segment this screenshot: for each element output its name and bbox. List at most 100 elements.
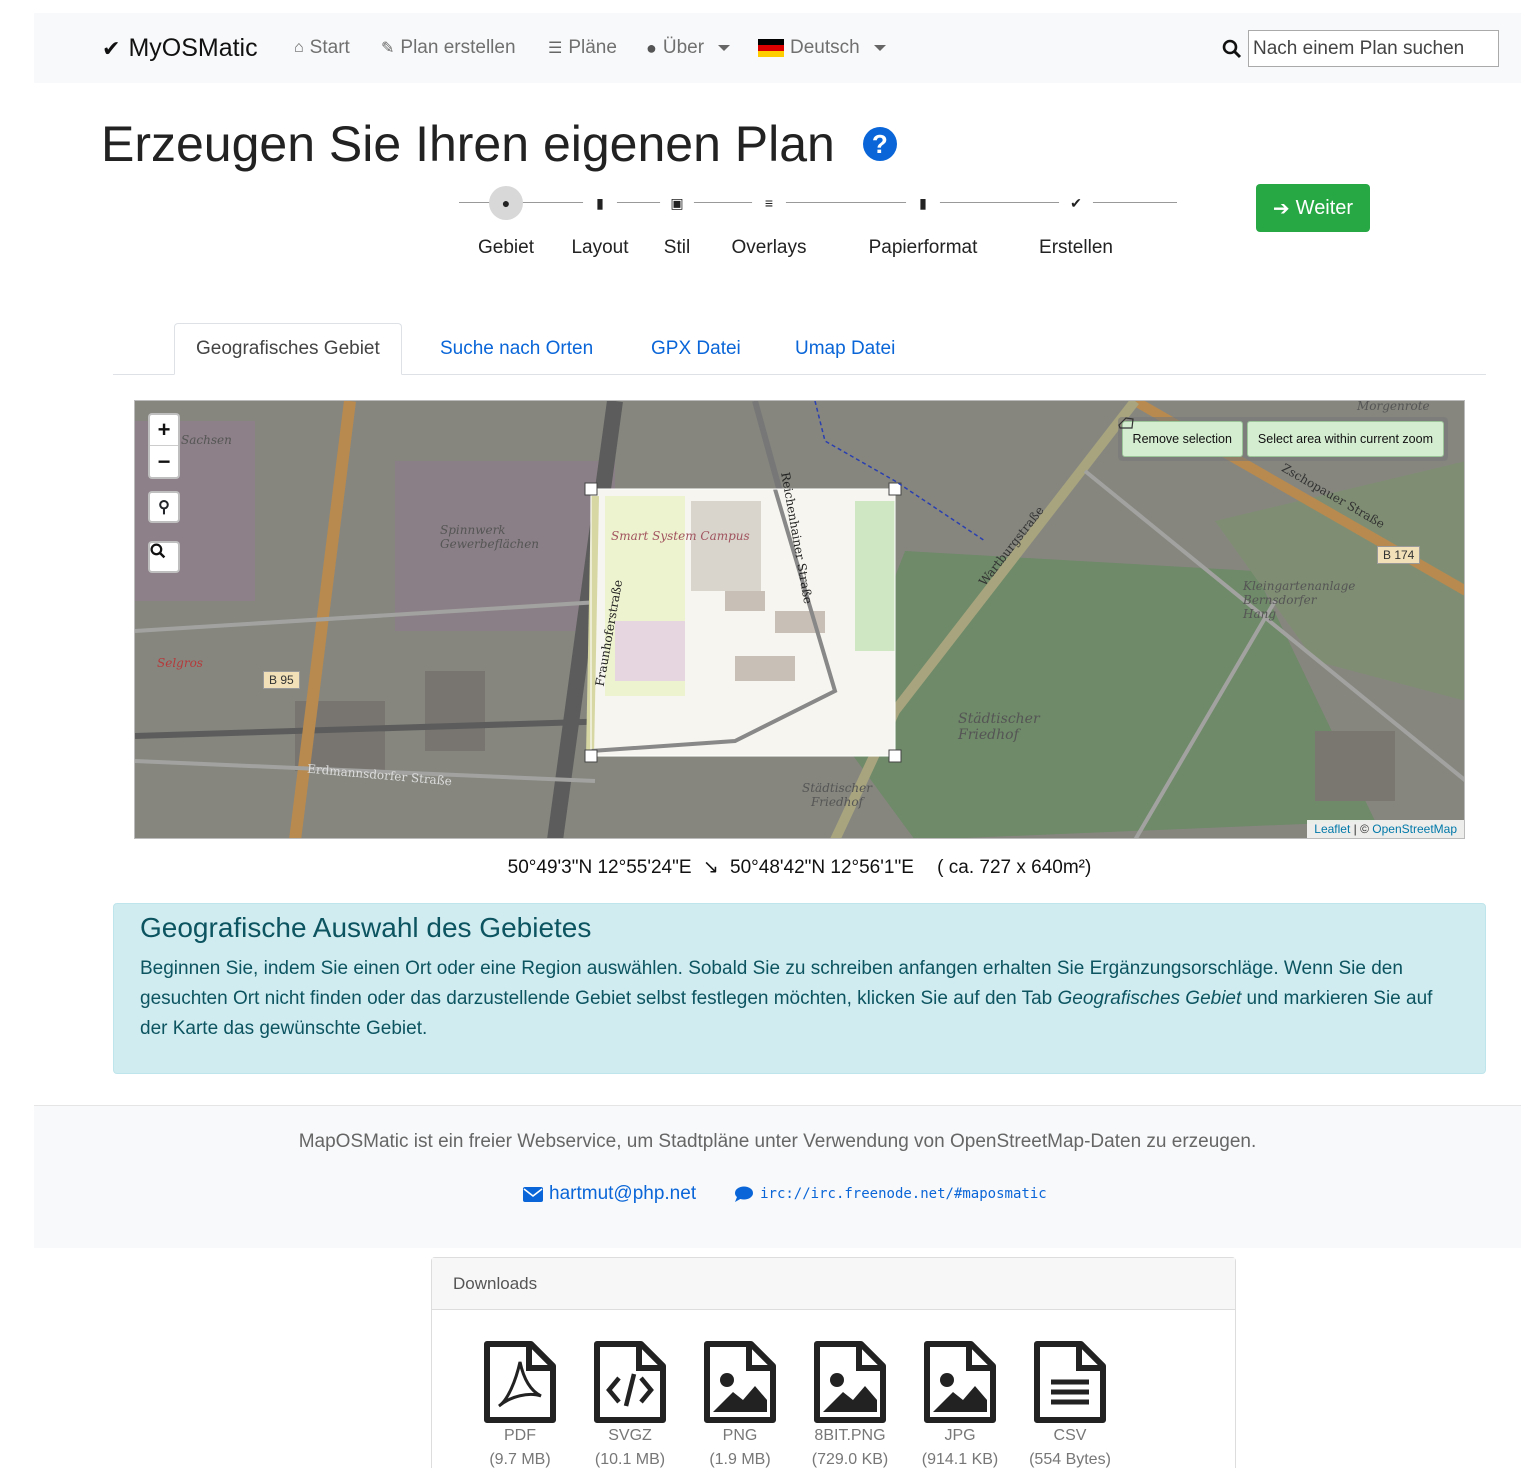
info-heading: Geografische Auswahl des Gebietes (140, 912, 592, 943)
next-button[interactable]: ➔ Weiter (1256, 184, 1370, 232)
footer-description: MapOSMatic ist ein freier Webservice, um… (298, 1131, 1257, 1152)
bars-icon: ≡ (752, 186, 786, 220)
map-label-friedhof: Städtischer Friedhof (958, 711, 1040, 743)
download-png[interactable]: PNG (1.9 MB) (685, 1340, 795, 1468)
tab-umap-datei[interactable]: Umap Datei (774, 323, 916, 375)
download-size: (1.9 MB) (709, 1451, 771, 1468)
select-area-button[interactable]: Select area within current zoom (1246, 421, 1444, 457)
download-size: (914.1 KB) (921, 1451, 999, 1468)
select-area-label: Select area within current zoom (1257, 432, 1433, 446)
remove-selection-label: Remove selection (1132, 432, 1232, 446)
zoom-out-button[interactable]: − (150, 446, 178, 477)
map-search-button[interactable] (148, 541, 180, 573)
info-text-emphasis: Geografisches Gebiet (1057, 988, 1242, 1009)
nav-plaene-label: Pläne (568, 37, 617, 58)
brand-link[interactable]: ✔ MyOSMatic (102, 34, 258, 63)
zoom-in-button[interactable]: + (150, 415, 178, 446)
download-svgz[interactable]: SVGZ (10.1 MB) (575, 1340, 685, 1468)
map-label-campus: Smart System Campus (611, 529, 750, 543)
irc-link[interactable]: irc://irc.freenode.net/#maposmatic (734, 1186, 1047, 1202)
email-label: hartmut@php.net (549, 1183, 697, 1204)
tab-gpx-datei[interactable]: GPX Datei (630, 323, 762, 375)
map[interactable]: Smart System Campus Spinnwerk Gewerbeflä… (134, 400, 1465, 839)
page-title-text: Erzeugen Sie Ihren eigenen Plan (101, 116, 835, 172)
selection-coordinates: 50°49'3"N 12°55'24"E ↘ 50°48'42"N 12°56'… (0, 856, 1521, 879)
footer: MapOSMatic ist ein freier Webservice, um… (34, 1105, 1521, 1248)
openstreetmap-link[interactable]: OpenStreetMap (1372, 822, 1457, 836)
step-overlays[interactable]: ≡ Overlays (709, 186, 829, 259)
map-label-selgros: Selgros (157, 656, 203, 670)
irc-label: irc://irc.freenode.net/#maposmatic (760, 1186, 1047, 1202)
download-pdf[interactable]: PDF (9.7 MB) (465, 1340, 575, 1468)
navbar: ✔ MyOSMatic ⌂ Start ✎ Plan erstellen ☰ P… (34, 13, 1521, 83)
image-icon: ▣ (660, 186, 694, 220)
search-icon (150, 543, 166, 559)
map-label-kleingarten: Kleingartenanlage Bernsdorfer Hang (1243, 579, 1356, 621)
step-label: Erstellen (1039, 237, 1113, 258)
tab-suche-nach-orten[interactable]: Suche nach Orten (419, 323, 614, 375)
arrow-down-right-icon: ↘ (702, 857, 719, 878)
image-file-icon (924, 1341, 996, 1423)
download-jpg[interactable]: JPG (914.1 KB) (905, 1340, 1015, 1468)
step-label: Overlays (731, 237, 807, 258)
downloads-heading: Downloads (432, 1258, 1235, 1310)
download-size: (729.0 KB) (811, 1451, 889, 1468)
nav-plan-erstellen[interactable]: ✎ Plan erstellen (381, 37, 516, 59)
step-erstellen[interactable]: ✔ Erstellen (1016, 186, 1136, 259)
downloads-list: PDF (9.7 MB) SVGZ (10.1 MB) PNG (1.9 MB) (465, 1340, 1125, 1468)
comment-icon (735, 1186, 754, 1202)
text-file-icon (1034, 1341, 1106, 1423)
map-marker-icon[interactable]: ⚲ (148, 491, 180, 523)
map-label-sachsen: Sachsen (181, 433, 232, 447)
nav-plaene[interactable]: ☰ Pläne (548, 37, 617, 59)
info-text: Beginnen Sie, indem Sie einen Ort oder e… (140, 954, 1459, 1044)
email-link[interactable]: hartmut@php.net (523, 1183, 696, 1205)
attribution-separator: | © (1350, 822, 1373, 836)
download-size: (554 Bytes) (1029, 1451, 1111, 1468)
tab-geografisches-gebiet[interactable]: Geografisches Gebiet (174, 323, 402, 375)
arrow-right-icon: ➔ (1272, 197, 1290, 220)
download-csv[interactable]: CSV (554 Bytes) (1015, 1340, 1125, 1468)
envelope-icon (523, 1186, 543, 1202)
code-file-icon (594, 1341, 666, 1423)
road-shield-b174: B 174 (1377, 546, 1421, 564)
search-form (1222, 30, 1499, 67)
step-label: Papierformat (868, 237, 978, 258)
map-label-morgenrote: Morgenrote (1357, 400, 1430, 413)
nav-plan-erstellen-label: Plan erstellen (400, 37, 516, 58)
download-format: CSV (1053, 1427, 1087, 1444)
language-dropdown[interactable]: Deutsch (758, 37, 886, 59)
chevron-down-icon (873, 45, 886, 51)
coords-to: 50°48'42"N 12°56'1"E (730, 857, 914, 878)
leaflet-link[interactable]: Leaflet (1314, 822, 1350, 836)
remove-selection-button[interactable]: Remove selection (1117, 417, 1243, 457)
file-icon: ▮ (583, 186, 617, 220)
check-icon: ✔ (1059, 186, 1093, 220)
info-box: Geografische Auswahl des Gebietes Beginn… (113, 903, 1486, 1074)
download-format: 8BIT.PNG (814, 1427, 886, 1444)
nav-ueber-dropdown[interactable]: ● Über (646, 37, 731, 59)
nav-start[interactable]: ⌂ Start (294, 37, 350, 59)
zoom-control: + − (148, 413, 180, 479)
search-icon[interactable] (1222, 39, 1242, 59)
comment-icon: ● (646, 37, 657, 58)
map-label-spinnwerk: Spinnwerk Gewerbeflächen (440, 523, 540, 551)
search-input[interactable] (1248, 30, 1499, 67)
file-icon: ▮ (906, 186, 940, 220)
map-label-friedhof-small: Städtischer Friedhof (802, 781, 872, 809)
nav-start-label: Start (309, 37, 350, 58)
download-format: PDF (504, 1427, 536, 1444)
coords-size: ( ca. 727 x 640m²) (937, 857, 1092, 878)
download-format: SVGZ (608, 1427, 652, 1444)
chevron-down-icon (718, 45, 731, 51)
step-papierformat[interactable]: ▮ Papierformat (863, 186, 983, 259)
download-8bit-png[interactable]: 8BIT.PNG (729.0 KB) (795, 1340, 905, 1468)
coords-from: 50°49'3"N 12°55'24"E (507, 857, 692, 878)
image-file-icon (704, 1341, 776, 1423)
selection-controls: Remove selection Select area within curr… (1117, 417, 1448, 461)
list-icon: ☰ (548, 40, 563, 57)
download-size: (9.7 MB) (489, 1451, 551, 1468)
next-button-label: Weiter (1295, 196, 1354, 219)
polygon-icon (1117, 417, 1134, 429)
help-icon[interactable]: ? (862, 127, 897, 161)
